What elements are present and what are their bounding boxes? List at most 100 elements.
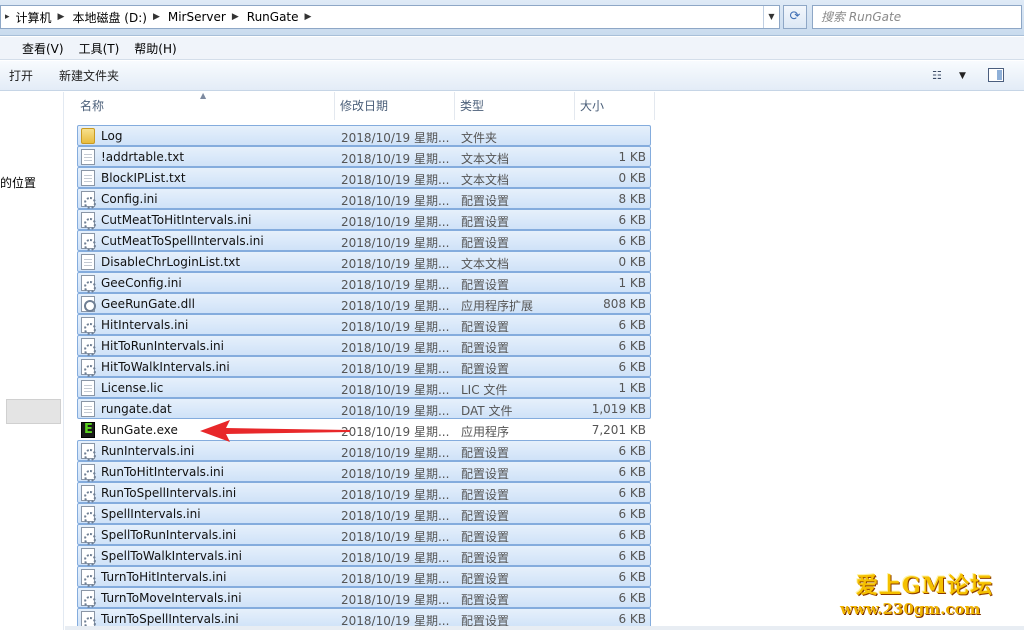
file-row[interactable]: HitToWalkIntervals.ini 2018/10/19 星期... 配置… (77, 356, 651, 377)
watermark-logo: 爱上GM论坛 www.230gm.com (840, 562, 1020, 626)
text-file-icon (81, 149, 95, 165)
file-row[interactable]: !addrtable.txt 2018/10/19 星期... 文本文档 1 KB (77, 146, 651, 167)
file-row[interactable]: GeeConfig.ini 2018/10/19 星期... 配置设置 1 KB (77, 272, 651, 293)
navigation-pane[interactable]: 的位置 (0, 92, 64, 630)
preview-pane-icon[interactable] (988, 68, 1004, 82)
file-date: 2018/10/19 星期... (341, 257, 450, 271)
file-date: 2018/10/19 星期... (341, 551, 450, 565)
file-type: 配置设置 (461, 593, 510, 607)
breadcrumb-arrow-icon[interactable]: ▶ (153, 12, 160, 22)
address-bar[interactable]: ▸ 计算机 ▶ 本地磁盘 (D:) ▶ MirServer ▶ RunGate … (0, 5, 780, 29)
file-row[interactable]: RunToSpellIntervals.ini 2018/10/19 星期... 配… (77, 482, 651, 503)
file-size: 6 KB (618, 591, 646, 605)
file-type: LIC 文件 (461, 383, 508, 397)
file-type: 配置设置 (461, 467, 510, 481)
file-date: 2018/10/19 星期... (341, 194, 450, 208)
file-row[interactable]: CutMeatToHitIntervals.ini 2018/10/19 星期..… (77, 209, 651, 230)
breadcrumb-mirserver[interactable]: MirServer (168, 10, 226, 24)
generic-file-icon (81, 380, 95, 396)
breadcrumb-prefix-arrow-icon[interactable]: ▸ (5, 12, 10, 22)
file-size: 6 KB (618, 528, 646, 542)
file-row[interactable]: License.lic 2018/10/19 星期... LIC 文件 1 KB (77, 377, 651, 398)
file-row[interactable]: Config.ini 2018/10/19 星期... 配置设置 8 KB (77, 188, 651, 209)
file-name: Log (101, 129, 123, 143)
file-size: 6 KB (618, 507, 646, 521)
refresh-button[interactable]: ⟳ (783, 5, 807, 29)
file-row[interactable]: Log 2018/10/19 星期... 文件夹 (77, 125, 651, 146)
file-date: 2018/10/19 星期... (341, 425, 450, 439)
file-row[interactable]: BlockIPList.txt 2018/10/19 星期... 文本文档 0 KB (77, 167, 651, 188)
file-name: !addrtable.txt (101, 150, 185, 164)
file-size: 6 KB (618, 360, 646, 374)
breadcrumb-arrow-icon[interactable]: ▶ (58, 12, 65, 22)
breadcrumb-arrow-icon[interactable]: ▶ (305, 12, 312, 22)
file-row[interactable]: HitIntervals.ini 2018/10/19 星期... 配置设置 6 KB (77, 314, 651, 335)
breadcrumb-drive-d[interactable]: 本地磁盘 (D:) (72, 9, 146, 26)
file-row[interactable]: TurnToMoveIntervals.ini 2018/10/19 星期... 配… (77, 587, 651, 608)
file-date: 2018/10/19 星期... (341, 530, 450, 544)
breadcrumb-arrow-icon[interactable]: ▶ (232, 12, 239, 22)
new-folder-button[interactable]: 新建文件夹 (59, 67, 119, 84)
config-file-icon (81, 233, 96, 251)
file-row[interactable]: RunGate.exe 2018/10/19 星期... 应用程序 7,201 KB (77, 419, 651, 440)
config-file-icon (81, 506, 96, 524)
file-date: 2018/10/19 星期... (341, 446, 450, 460)
data-file-icon (81, 401, 95, 417)
config-file-icon (81, 338, 96, 356)
file-row[interactable]: SpellToWalkIntervals.ini 2018/10/19 星期...… (77, 545, 651, 566)
menu-tools[interactable]: 工具(T) (79, 40, 120, 57)
menu-help[interactable]: 帮助(H) (134, 40, 176, 57)
file-date: 2018/10/19 星期... (341, 572, 450, 586)
search-input[interactable]: 搜索 RunGate (812, 5, 1022, 29)
nav-item-recent-places[interactable]: 的位置 (0, 174, 36, 191)
breadcrumb-rungate[interactable]: RunGate (247, 10, 299, 24)
file-row[interactable]: SpellIntervals.ini 2018/10/19 星期... 配置设置 6 … (77, 503, 651, 524)
column-type[interactable]: 类型 (455, 92, 575, 120)
file-name: TurnToMoveIntervals.ini (101, 591, 242, 605)
column-name[interactable]: 名称 (75, 92, 335, 120)
config-file-icon (81, 485, 96, 503)
file-size: 6 KB (618, 612, 646, 626)
file-type: 应用程序扩展 (461, 299, 534, 313)
watermark-url: www.230gm.com (840, 600, 981, 618)
file-row[interactable]: HitToRunIntervals.ini 2018/10/19 星期... 配置设… (77, 335, 651, 356)
file-row[interactable]: RunToHitIntervals.ini 2018/10/19 星期... 配置设… (77, 461, 651, 482)
column-size[interactable]: 大小 (575, 92, 655, 120)
file-type: 配置设置 (461, 215, 510, 229)
file-type: 配置设置 (461, 551, 510, 565)
file-name: RunIntervals.ini (101, 444, 195, 458)
config-file-icon (81, 317, 96, 335)
file-name: GeeRunGate.dll (101, 297, 195, 311)
file-date: 2018/10/19 星期... (341, 404, 450, 418)
file-type: 配置设置 (461, 194, 510, 208)
view-options-dropdown-icon[interactable]: ▼ (959, 71, 966, 81)
address-dropdown-icon[interactable]: ▼ (763, 6, 779, 28)
menu-bar: 查看(V) 工具(T) 帮助(H) (0, 37, 1024, 60)
open-button[interactable]: 打开 (9, 67, 33, 84)
file-row[interactable]: SpellToRunIntervals.ini 2018/10/19 星期... 配… (77, 524, 651, 545)
text-file-icon (81, 254, 95, 270)
breadcrumb: ▸ 计算机 ▶ 本地磁盘 (D:) ▶ MirServer ▶ RunGate … (5, 9, 319, 26)
change-view-icon[interactable]: ☷ (932, 69, 942, 82)
file-size: 6 KB (618, 318, 646, 332)
column-date-modified[interactable]: 修改日期 (335, 92, 455, 120)
file-name: TurnToHitIntervals.ini (101, 570, 227, 584)
folder-icon (81, 128, 95, 144)
file-list: Log 2018/10/19 星期... 文件夹 !addrtable.txt 2018… (77, 125, 651, 629)
horizontal-scrollbar[interactable] (65, 626, 1024, 630)
file-size: 6 KB (618, 465, 646, 479)
file-row[interactable]: RunIntervals.ini 2018/10/19 星期... 配置设置 6 KB (77, 440, 651, 461)
config-file-icon (81, 611, 96, 629)
file-row[interactable]: TurnToHitIntervals.ini 2018/10/19 星期... 配置… (77, 566, 651, 587)
file-row[interactable]: DisableChrLoginList.txt 2018/10/19 星期... 文… (77, 251, 651, 272)
nav-selected-item[interactable] (6, 399, 61, 424)
menu-view[interactable]: 查看(V) (22, 40, 64, 57)
file-row[interactable]: GeeRunGate.dll 2018/10/19 星期... 应用程序扩展 808 … (77, 293, 651, 314)
file-row[interactable]: CutMeatToSpellIntervals.ini 2018/10/19 星期… (77, 230, 651, 251)
file-type: 配置设置 (461, 488, 510, 502)
file-row[interactable]: rungate.dat 2018/10/19 星期... DAT 文件 1,019 K… (77, 398, 651, 419)
breadcrumb-computer[interactable]: 计算机 (16, 9, 52, 26)
file-name: RunGate.exe (101, 423, 178, 437)
address-toolbar: ▸ 计算机 ▶ 本地磁盘 (D:) ▶ MirServer ▶ RunGate … (0, 0, 1024, 36)
file-size: 7,201 KB (591, 423, 646, 437)
